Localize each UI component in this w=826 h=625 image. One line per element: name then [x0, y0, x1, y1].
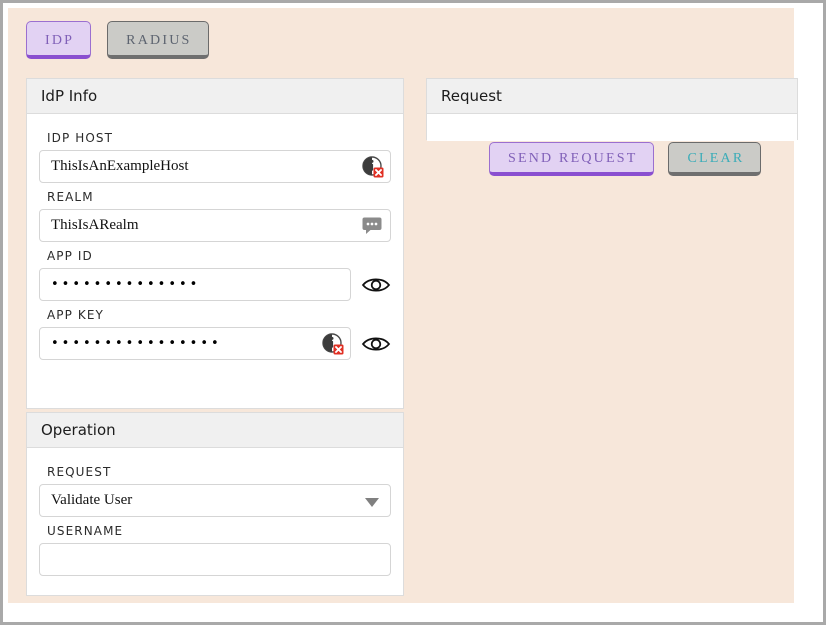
chevron-down-icon — [365, 497, 379, 507]
idp-host-input[interactable]: ThisIsAnExampleHost — [39, 150, 391, 183]
error-info-icon[interactable] — [362, 155, 384, 178]
tab-radius-label: RADIUS — [126, 33, 192, 48]
idp-host-value: ThisIsAnExampleHost — [51, 158, 189, 174]
app-id-value: •••••••••••••• — [51, 277, 201, 292]
username-label: USERNAME — [47, 524, 124, 538]
idp-info-card: IdP Info IDP HOST ThisIsAnExampleHost RE… — [26, 78, 404, 409]
page-canvas: IDP RADIUS IdP Info IDP HOST ThisIsAnExa… — [8, 8, 798, 603]
operation-card: Operation REQUEST Validate User USERNAME — [26, 412, 404, 596]
realm-value: ThisIsARealm — [51, 217, 139, 233]
realm-input[interactable]: ThisIsARealm — [39, 209, 391, 242]
send-request-button[interactable]: SEND REQUEST — [489, 142, 655, 176]
operation-title: Operation — [27, 413, 403, 448]
clear-button[interactable]: CLEAR — [668, 142, 762, 176]
tooltip-bubble-icon[interactable] — [362, 217, 382, 235]
protocol-tab-bar: IDP RADIUS — [26, 21, 209, 59]
idp-host-row: ThisIsAnExampleHost — [39, 150, 391, 183]
realm-label: REALM — [47, 190, 94, 204]
realm-row: ThisIsARealm — [39, 209, 391, 242]
action-button-group: SEND REQUEST CLEAR — [489, 142, 762, 176]
idp-info-body: IDP HOST ThisIsAnExampleHost REALM ThisI… — [27, 114, 403, 374]
app-key-label: APP KEY — [47, 308, 104, 322]
operation-body: REQUEST Validate User USERNAME — [27, 448, 403, 590]
request-output-title: Request — [427, 79, 797, 114]
request-output-card: Request — [426, 78, 798, 141]
clear-label: CLEAR — [687, 151, 745, 166]
app-key-input[interactable]: •••••••••••••••• — [39, 327, 351, 360]
username-input[interactable] — [39, 543, 391, 576]
request-select-label: REQUEST — [47, 465, 112, 479]
tab-radius[interactable]: RADIUS — [107, 21, 209, 59]
app-key-value: •••••••••••••••• — [51, 336, 222, 351]
tab-idp-label: IDP — [45, 33, 75, 48]
app-key-row: •••••••••••••••• — [39, 327, 391, 360]
app-id-row: •••••••••••••• — [39, 268, 391, 301]
app-id-reveal-eye-icon[interactable] — [361, 274, 391, 296]
app-window: IDP RADIUS IdP Info IDP HOST ThisIsAnExa… — [0, 0, 826, 625]
request-type-value: Validate User — [51, 492, 133, 508]
request-output-body — [427, 114, 797, 141]
tab-idp[interactable]: IDP — [26, 21, 92, 59]
app-key-error-info-icon[interactable] — [322, 332, 344, 355]
idp-host-label: IDP HOST — [47, 131, 114, 145]
idp-info-title: IdP Info — [27, 79, 403, 114]
app-key-reveal-eye-icon[interactable] — [361, 333, 391, 355]
send-request-label: SEND REQUEST — [508, 151, 638, 166]
request-type-select[interactable]: Validate User — [39, 484, 391, 517]
app-id-label: APP ID — [47, 249, 93, 263]
app-id-input[interactable]: •••••••••••••• — [39, 268, 351, 301]
